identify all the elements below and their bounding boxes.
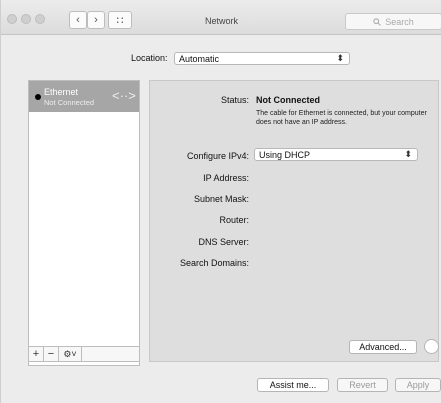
popup-arrows-icon: ⬍ <box>336 53 344 63</box>
gear-icon: ⚙˅ <box>63 348 77 359</box>
action-menu-button[interactable]: ⚙˅ <box>59 347 82 361</box>
plus-icon: + <box>32 348 40 360</box>
search-field[interactable]: Search <box>345 13 441 30</box>
popup-arrows-icon: ⬍ <box>404 149 412 159</box>
router-label: Router: <box>219 215 249 225</box>
ethernet-icon: <··> <box>112 88 136 103</box>
location-popup[interactable]: Automatic ⬍ <box>174 52 350 65</box>
ip-address-label: IP Address: <box>203 173 249 183</box>
service-status: Not Connected <box>44 98 95 107</box>
status-value: Not Connected <box>256 95 320 105</box>
network-window: ‹ › ∷ Network Search Location: Automatic… <box>0 0 441 403</box>
search-domains-label: Search Domains: <box>179 258 249 268</box>
subnet-mask-label: Subnet Mask: <box>193 194 249 204</box>
help-button[interactable] <box>424 339 439 354</box>
minus-icon: − <box>47 348 55 360</box>
service-list-toolbar: + − ⚙˅ <box>28 346 140 362</box>
status-label: Status: <box>220 95 249 105</box>
dns-server-label: DNS Server: <box>198 237 249 247</box>
service-name: Ethernet <box>44 87 79 97</box>
service-list: Ethernet Not Connected <··> <box>28 80 140 366</box>
revert-button[interactable]: Revert <box>337 378 388 392</box>
service-item-ethernet[interactable]: Ethernet Not Connected <··> <box>29 81 139 112</box>
search-placeholder: Search <box>385 16 414 27</box>
configure-ipv4-popup[interactable]: Using DHCP ⬍ <box>254 148 418 161</box>
advanced-button[interactable]: Advanced... <box>349 340 417 354</box>
search-icon <box>373 17 382 26</box>
apply-button[interactable]: Apply <box>395 378 441 392</box>
remove-service-button[interactable]: − <box>44 347 59 361</box>
add-service-button[interactable]: + <box>29 347 44 361</box>
status-dot-icon <box>35 94 41 100</box>
location-value: Automatic <box>179 53 220 64</box>
location-label: Location: <box>131 53 168 63</box>
status-note: The cable for Ethernet is connected, but… <box>256 110 427 126</box>
title-bar: ‹ › ∷ Network Search <box>1 0 441 35</box>
configure-ipv4-value: Using DHCP <box>259 149 311 160</box>
configure-ipv4-label: Configure IPv4: <box>186 151 249 161</box>
assist-me-button[interactable]: Assist me... <box>257 378 329 392</box>
